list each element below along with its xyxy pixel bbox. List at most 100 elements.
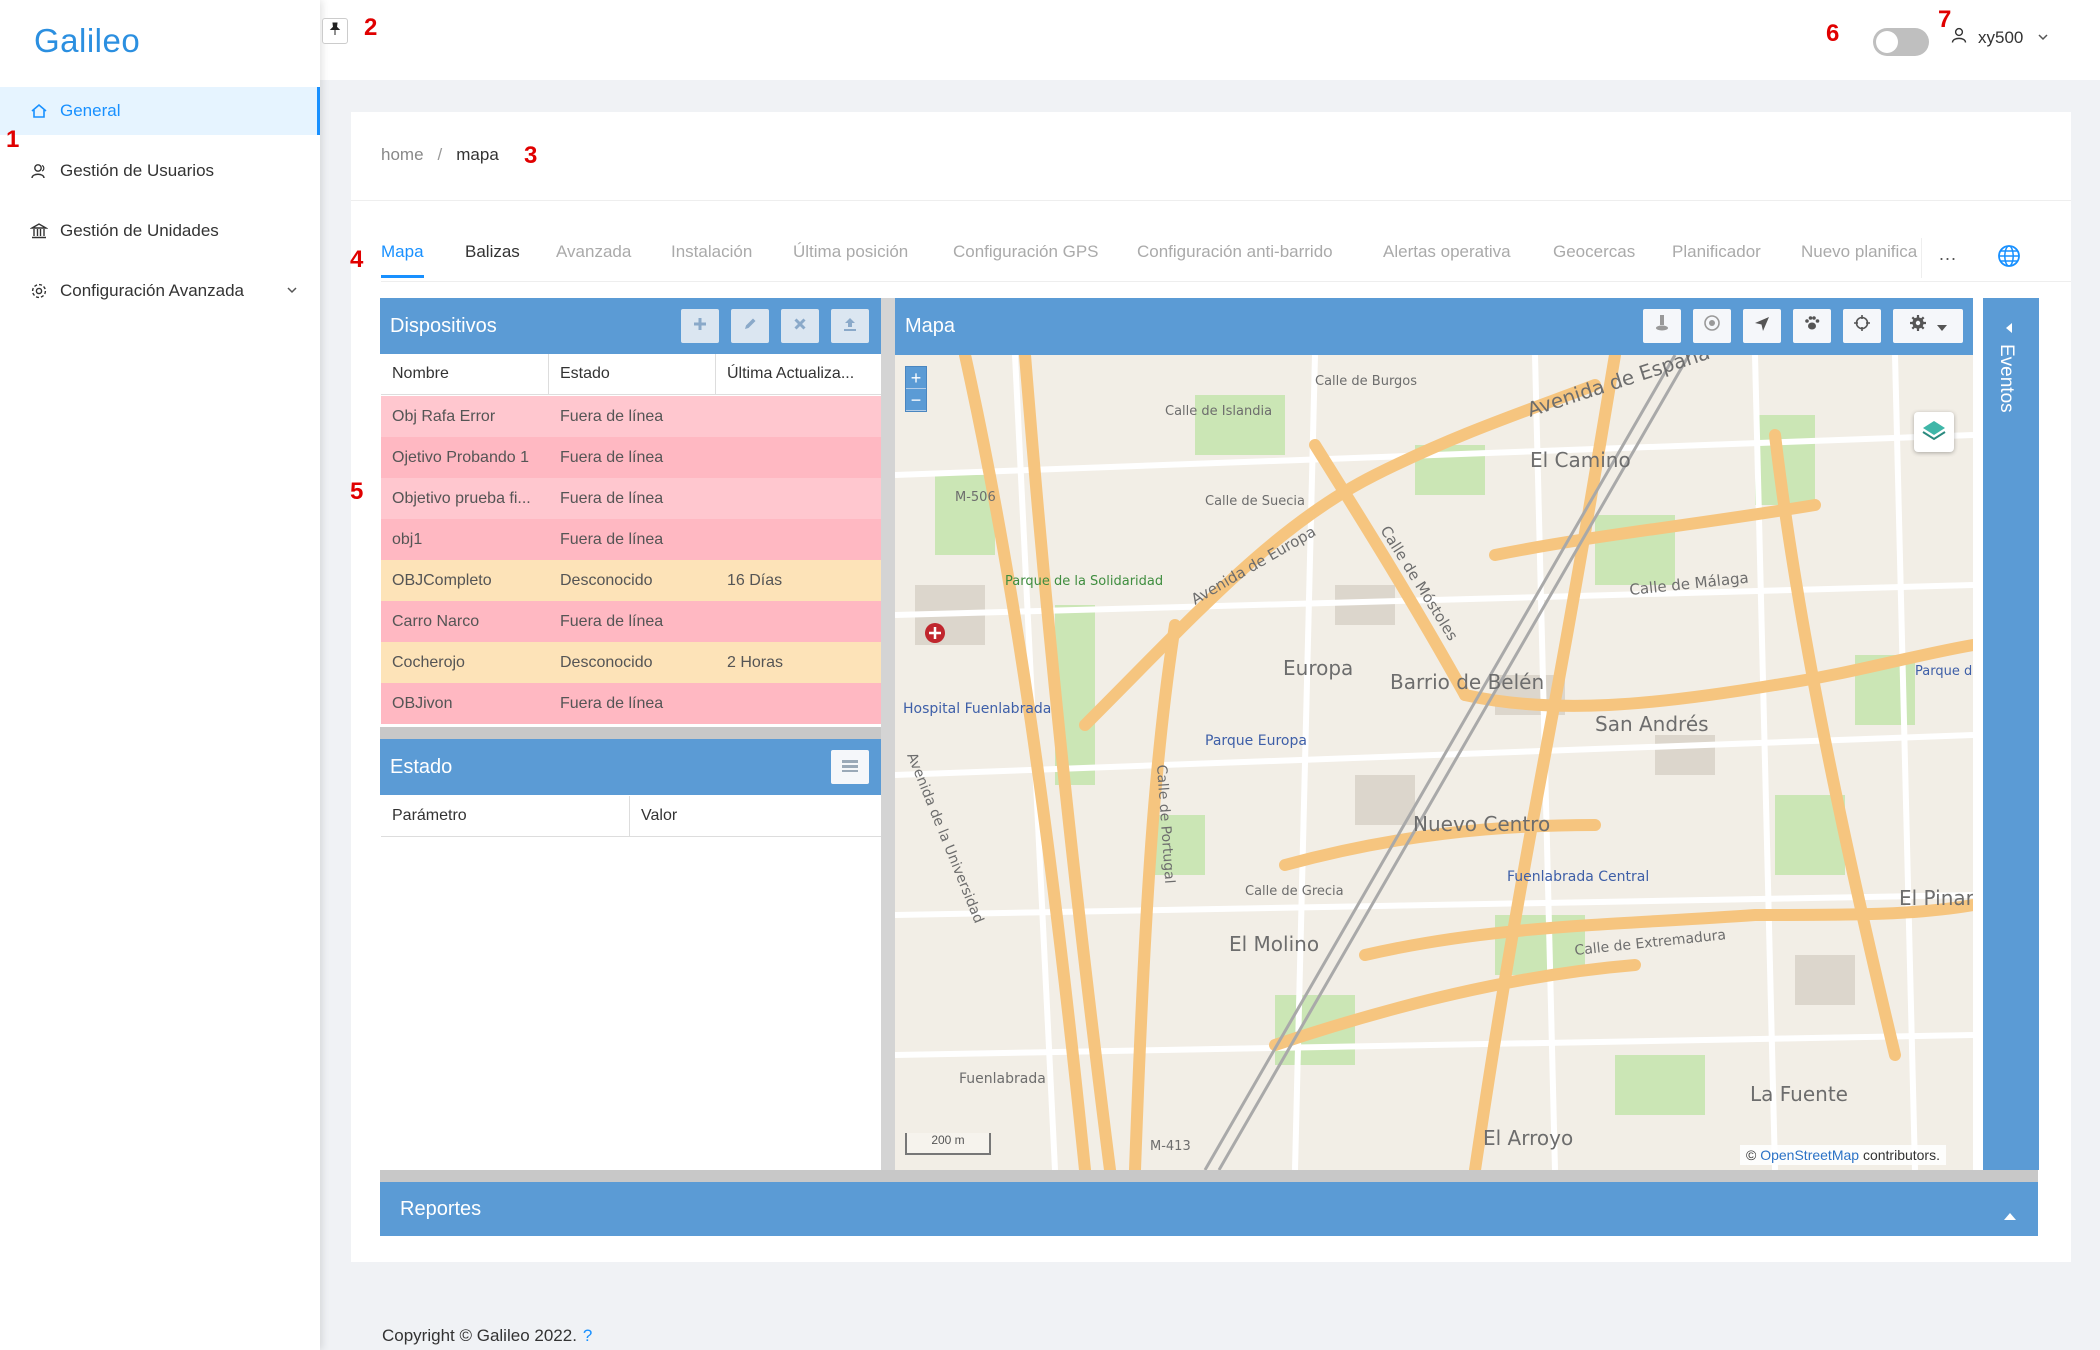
tab-avanzada[interactable]: Avanzada bbox=[556, 242, 631, 262]
table-row[interactable]: obj1 Fuera de línea bbox=[381, 519, 881, 560]
delete-device-button[interactable] bbox=[781, 309, 819, 343]
tab-balizas[interactable]: Balizas bbox=[465, 242, 520, 262]
cell-nombre: obj1 bbox=[392, 531, 423, 548]
annotation-marker: 2 bbox=[364, 14, 378, 41]
reportes-bar[interactable]: Reportes bbox=[380, 1182, 2038, 1236]
breadcrumb-separator: / bbox=[437, 145, 443, 164]
map-tool-target-button[interactable] bbox=[1693, 309, 1731, 343]
map-scale-bar: 200 m bbox=[905, 1133, 991, 1155]
cell-nombre: OBJivon bbox=[392, 695, 453, 712]
cell-estado: Fuera de línea bbox=[560, 695, 664, 712]
table-row[interactable]: OBJCompleto Desconocido 16 Días bbox=[381, 560, 881, 601]
vertical-splitter[interactable] bbox=[881, 298, 895, 1170]
annotation-marker: 1 bbox=[6, 126, 20, 153]
edit-device-button[interactable] bbox=[731, 309, 769, 343]
map-label: El Arroyo bbox=[1483, 1126, 1573, 1150]
eventos-panel-collapsed[interactable]: Eventos bbox=[1983, 298, 2039, 1170]
estado-table-body bbox=[380, 837, 881, 1170]
sidebar-item-general[interactable]: General bbox=[0, 87, 320, 135]
cell-nombre: Ojetivo Probando 1 bbox=[392, 449, 529, 466]
table-row[interactable]: Ojetivo Probando 1 Fuera de línea bbox=[381, 437, 881, 478]
tab-instalacion[interactable]: Instalación bbox=[671, 242, 752, 262]
annotation-marker: 5 bbox=[350, 478, 364, 505]
mapa-header: Mapa bbox=[895, 298, 1973, 355]
cell-nombre: Cocherojo bbox=[392, 654, 465, 671]
cell-ultima bbox=[716, 601, 881, 642]
gear-icon bbox=[30, 282, 48, 300]
table-row[interactable]: Carro Narco Fuera de línea bbox=[381, 601, 881, 642]
map-tool-navigate-button[interactable] bbox=[1743, 309, 1781, 343]
dispositivos-title: Dispositivos bbox=[390, 314, 497, 337]
upload-device-button[interactable] bbox=[831, 309, 869, 343]
map-settings-dropdown[interactable] bbox=[1893, 309, 1963, 343]
column-header-ultima[interactable]: Última Actualiza... bbox=[716, 354, 881, 394]
cell-estado: Fuera de línea bbox=[560, 490, 664, 507]
cell-ultima: 2 Horas bbox=[727, 654, 784, 671]
column-header-parametro[interactable]: Parámetro bbox=[381, 796, 630, 836]
cell-estado: Desconocido bbox=[560, 654, 653, 671]
tabs-more-button[interactable]: ··· bbox=[1921, 238, 1973, 278]
map-label: El Molino bbox=[1229, 932, 1319, 956]
sidebar-item-label: Configuración Avanzada bbox=[60, 281, 244, 300]
openstreetmap-link[interactable]: OpenStreetMap bbox=[1760, 1147, 1859, 1163]
estado-options-button[interactable] bbox=[831, 750, 869, 784]
reportes-splitter[interactable] bbox=[380, 1170, 2038, 1182]
sidebar-item-configuracion[interactable]: Configuración Avanzada bbox=[0, 267, 320, 315]
panel-splitter[interactable] bbox=[380, 727, 881, 739]
column-header-estado[interactable]: Estado bbox=[549, 354, 716, 394]
annotation-marker: 4 bbox=[350, 246, 364, 273]
caret-left-icon bbox=[2005, 320, 2013, 338]
map-label: Fuenlabrada Central bbox=[1507, 869, 1649, 885]
map-tool-pin-button[interactable] bbox=[1643, 309, 1681, 343]
globe-icon[interactable] bbox=[1997, 244, 2021, 273]
table-row[interactable]: Obj Rafa Error Fuera de línea bbox=[381, 396, 881, 437]
app-logo[interactable]: Galileo bbox=[34, 22, 140, 60]
tab-configuracion-gps[interactable]: Configuración GPS bbox=[953, 242, 1099, 262]
map-tool-tracks-button[interactable] bbox=[1793, 309, 1831, 343]
user-icon bbox=[1950, 26, 1968, 49]
home-icon bbox=[30, 102, 48, 120]
copyright-text: Copyright © Galileo 2022. bbox=[382, 1326, 577, 1345]
cell-estado: Fuera de línea bbox=[560, 613, 664, 630]
pin-icon bbox=[328, 22, 342, 41]
tab-geocercas[interactable]: Geocercas bbox=[1553, 242, 1635, 262]
column-header-nombre[interactable]: Nombre bbox=[381, 354, 549, 394]
users-icon bbox=[30, 162, 48, 180]
tab-alertas-operativa[interactable]: Alertas operativa bbox=[1383, 242, 1511, 262]
breadcrumb-home[interactable]: home bbox=[381, 145, 424, 164]
user-menu[interactable]: xy500 bbox=[1950, 26, 2049, 49]
tab-mapa[interactable]: Mapa bbox=[381, 242, 424, 278]
sidebar-item-unidades[interactable]: Gestión de Unidades bbox=[0, 207, 320, 255]
cell-nombre: Objetivo prueba fi... bbox=[392, 490, 531, 507]
tab-ultima-posicion[interactable]: Última posición bbox=[793, 242, 908, 262]
tab-configuracion-anti-barrido[interactable]: Configuración anti-barrido bbox=[1137, 242, 1333, 262]
chevron-down-icon bbox=[2037, 28, 2049, 48]
column-header-valor[interactable]: Valor bbox=[630, 796, 881, 836]
map-zoom-control: + − bbox=[905, 366, 927, 412]
chevron-down-icon bbox=[286, 281, 298, 301]
add-device-button[interactable] bbox=[681, 309, 719, 343]
table-row[interactable]: OBJivon Fuera de línea bbox=[381, 683, 881, 724]
sidebar-item-usuarios[interactable]: Gestión de Usuarios bbox=[0, 147, 320, 195]
help-link[interactable]: ? bbox=[583, 1326, 592, 1345]
table-row[interactable]: Cocherojo Desconocido 2 Horas bbox=[381, 642, 881, 683]
map-label: Fuenlabrada bbox=[959, 1071, 1046, 1087]
table-row[interactable]: Objetivo prueba fi... Fuera de línea bbox=[381, 478, 881, 519]
tab-planificador[interactable]: Planificador bbox=[1672, 242, 1761, 262]
map-label: Nuevo Centro bbox=[1413, 812, 1550, 836]
tab-nuevo-planificador[interactable]: Nuevo planifica bbox=[1801, 242, 1919, 262]
estado-title: Estado bbox=[390, 755, 453, 778]
map-label: Calle de Islandia bbox=[1165, 404, 1272, 419]
annotation-marker: 3 bbox=[524, 142, 538, 169]
map-layers-button[interactable] bbox=[1914, 412, 1954, 452]
cell-ultima bbox=[716, 519, 881, 560]
map-label: Europa bbox=[1283, 656, 1353, 680]
sidebar-item-label: Gestión de Usuarios bbox=[60, 161, 215, 180]
zoom-in-button[interactable]: + bbox=[906, 367, 926, 389]
map-label: M-506 bbox=[955, 490, 996, 505]
map-view[interactable]: Avenida de España El Camino Calle de Bur… bbox=[895, 355, 1973, 1170]
map-tool-locate-button[interactable] bbox=[1843, 309, 1881, 343]
zoom-out-button[interactable]: − bbox=[906, 389, 926, 411]
pin-sidebar-button[interactable] bbox=[322, 18, 348, 44]
theme-toggle[interactable] bbox=[1873, 28, 1929, 56]
